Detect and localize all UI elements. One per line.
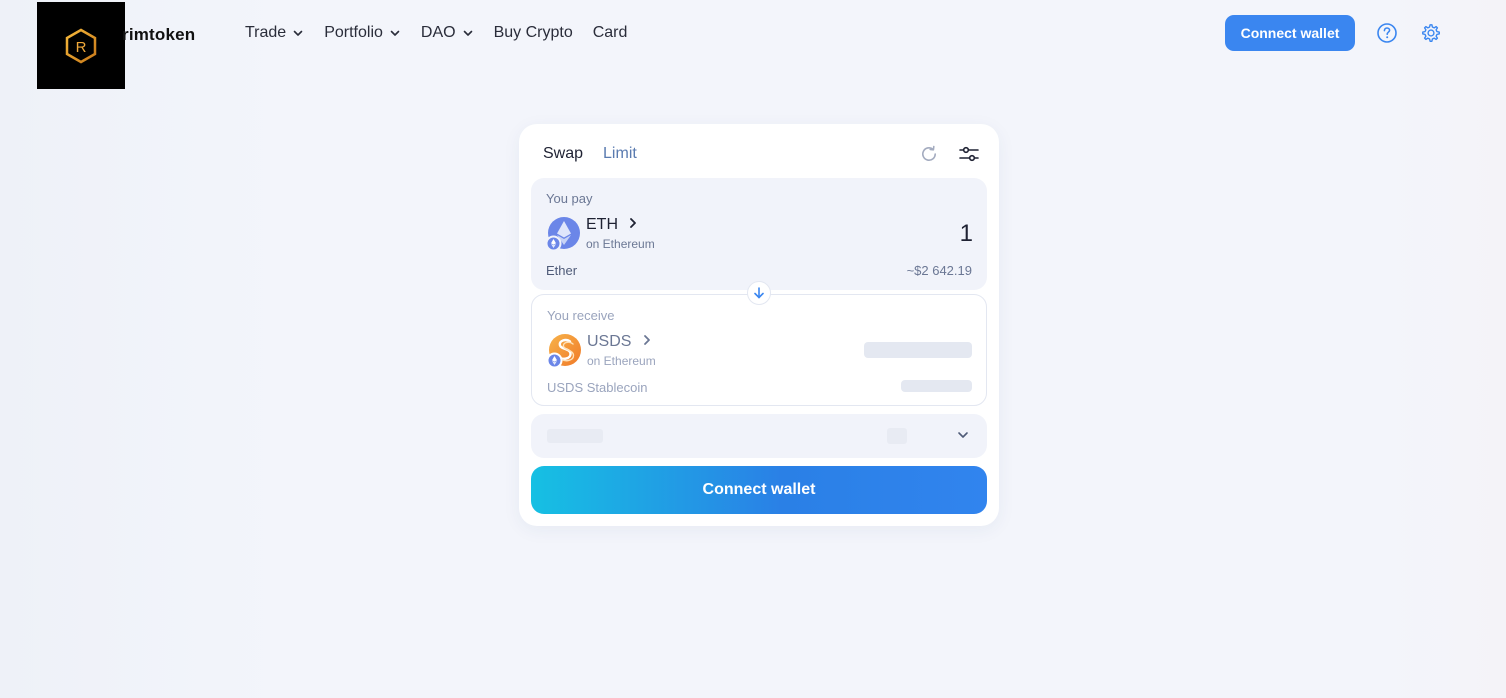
receive-usd-skeleton bbox=[901, 380, 972, 392]
nav-item-dao[interactable]: DAO bbox=[421, 22, 474, 44]
receive-token-selector[interactable]: USDS on Ethereum bbox=[587, 333, 656, 368]
route-details-row[interactable] bbox=[531, 414, 987, 458]
swap-tabs: Swap Limit bbox=[543, 145, 657, 163]
nav-item-portfolio[interactable]: Portfolio bbox=[324, 22, 401, 44]
usds-token-icon bbox=[546, 334, 581, 369]
nav-item-label: Card bbox=[592, 24, 628, 41]
help-icon[interactable] bbox=[1376, 22, 1398, 44]
brand-name: rimtoken bbox=[122, 25, 196, 44]
receive-amount-skeleton bbox=[864, 342, 972, 358]
main-nav: Trade Portfolio DAO Buy Crypto Card bbox=[245, 22, 647, 44]
pay-token-name: Ether bbox=[546, 263, 578, 278]
pay-label: You pay bbox=[546, 191, 593, 206]
top-header: R rimtoken Trade Portfolio DAO Buy Crypt… bbox=[0, 0, 1506, 89]
swap-card: Swap Limit You pay ETH on Ethereum 1 Eth… bbox=[519, 124, 999, 526]
svg-text:R: R bbox=[76, 39, 87, 56]
brand-logo[interactable]: R bbox=[37, 2, 125, 89]
pay-token-network: on Ethereum bbox=[586, 237, 655, 252]
receive-panel: You receive USDS on Ethereum USDS Stable… bbox=[531, 294, 987, 406]
nav-item-label: DAO bbox=[420, 24, 456, 41]
hexagon-logo-icon: R bbox=[65, 28, 97, 63]
route-value-skeleton bbox=[887, 428, 907, 444]
gear-icon[interactable] bbox=[1420, 22, 1442, 44]
nav-item-label: Buy Crypto bbox=[493, 24, 573, 41]
pay-token-selector[interactable]: ETH on Ethereum bbox=[586, 216, 655, 251]
header-connect-wallet-button[interactable]: Connect wallet bbox=[1225, 15, 1355, 51]
chevron-down-icon bbox=[389, 27, 401, 39]
chevron-down-icon bbox=[462, 27, 474, 39]
connect-wallet-button[interactable]: Connect wallet bbox=[531, 466, 987, 514]
nav-item-trade[interactable]: Trade bbox=[245, 22, 304, 44]
swap-direction-button[interactable] bbox=[747, 281, 771, 305]
chevron-down-icon bbox=[956, 428, 970, 447]
pay-usd-value: ~$2 642.19 bbox=[906, 263, 972, 278]
chevron-right-icon bbox=[642, 333, 652, 351]
pay-token-symbol: ETH bbox=[586, 216, 618, 234]
pay-amount-input[interactable] bbox=[773, 218, 973, 250]
arrow-down-icon bbox=[754, 287, 764, 299]
tab-limit[interactable]: Limit bbox=[603, 145, 637, 163]
background-right bbox=[1386, 0, 1506, 698]
chevron-down-icon bbox=[292, 27, 304, 39]
receive-label: You receive bbox=[547, 308, 615, 323]
tab-swap[interactable]: Swap bbox=[543, 145, 583, 163]
nav-item-label: Trade bbox=[245, 24, 287, 41]
receive-token-symbol: USDS bbox=[587, 333, 632, 351]
chevron-right-icon bbox=[628, 216, 638, 234]
nav-item-buy-crypto[interactable]: Buy Crypto bbox=[494, 22, 573, 44]
nav-item-card[interactable]: Card bbox=[593, 22, 628, 44]
refresh-icon[interactable] bbox=[919, 144, 939, 164]
pay-panel: You pay ETH on Ethereum Ether ~$2 642.19 bbox=[531, 178, 987, 290]
slippage-settings-icon[interactable] bbox=[959, 144, 979, 164]
route-label-skeleton bbox=[547, 429, 603, 443]
receive-token-network: on Ethereum bbox=[587, 354, 656, 369]
eth-token-icon bbox=[545, 217, 580, 252]
receive-token-name: USDS Stablecoin bbox=[547, 380, 648, 395]
nav-item-label: Portfolio bbox=[324, 24, 383, 41]
background-left bbox=[0, 0, 280, 698]
